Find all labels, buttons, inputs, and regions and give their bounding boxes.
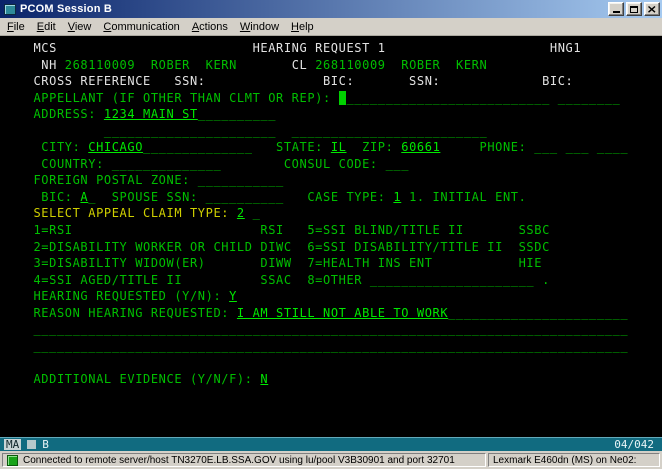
connection-status-panel: Connected to remote server/host TN3270E.…	[2, 453, 486, 467]
terminal-row: ADDRESS: 1234 MAIN ST__________	[10, 106, 662, 123]
terminal-text: 1. INITIAL ENT.	[401, 190, 526, 204]
terminal-text: SELECT APPEAL CLAIM TYPE:	[10, 206, 237, 220]
terminal-row: CITY: CHICAGO______________ STATE: IL ZI…	[10, 139, 662, 156]
oia-cursor-position: 04/042	[614, 438, 654, 451]
terminal-row: BIC: A_ SPOUSE SSN: __________ CASE TYPE…	[10, 189, 662, 206]
terminal-text: 1=RSI RSI 5=SSI BLIND/TITLE II SSBC	[10, 223, 550, 237]
terminal-text: ______________ STATE:	[143, 140, 331, 154]
terminal-row	[10, 404, 662, 421]
terminal-row: ______________________ _________________…	[10, 123, 662, 140]
connection-icon	[7, 455, 18, 466]
terminal-text: REASON HEARING REQUESTED:	[10, 306, 237, 320]
terminal-row: 1=RSI RSI 5=SSI BLIND/TITLE II SSBC	[10, 222, 662, 239]
menu-edit[interactable]: Edit	[31, 20, 62, 34]
minimize-icon	[613, 11, 620, 13]
terminal-text: ADDRESS:	[10, 107, 104, 121]
terminal-row: APPELLANT (IF OTHER THAN CLMT OR REP): _…	[10, 90, 662, 107]
field-value[interactable]: 1234 MAIN ST	[104, 107, 198, 121]
terminal-row	[10, 421, 662, 437]
terminal-text: CROSS REFERENCE SSN: BIC: SSN: BIC:	[10, 74, 573, 88]
terminal-row: REASON HEARING REQUESTED: I AM STILL NOT…	[10, 305, 662, 322]
terminal-text: _ SPOUSE SSN: __________ CASE TYPE:	[88, 190, 393, 204]
terminal-row: FOREIGN POSTAL ZONE: ___________	[10, 172, 662, 189]
menu-bar: FileEditViewCommunicationActionsWindowHe…	[0, 18, 662, 36]
terminal-text: 268110009 ROBER KERN	[315, 58, 487, 72]
menu-actions[interactable]: Actions	[186, 20, 234, 34]
terminal-text: NH	[10, 58, 65, 72]
terminal-text: 3=DISABILITY WIDOW(ER) DIWW 7=HEALTH INS…	[10, 256, 542, 270]
field-value[interactable]: 60661	[401, 140, 440, 154]
title-bar[interactable]: PCOM Session B	[0, 0, 662, 18]
connection-message: Connected to remote server/host TN3270E.…	[23, 455, 455, 466]
field-value[interactable]: I AM STILL NOT ABLE TO WORK	[237, 306, 448, 320]
terminal-text: 268110009 ROBER KERN	[65, 58, 237, 72]
terminal-text: ______________________ _________________…	[10, 124, 487, 138]
terminal-text: BIC:	[10, 190, 80, 204]
field-value[interactable]: 2	[237, 206, 245, 220]
terminal-text: ________________________________________…	[10, 339, 628, 353]
terminal-text: COUNTRY: ______________ CONSUL CODE: ___	[10, 157, 409, 171]
terminal-text: __________________________ ________	[346, 91, 620, 105]
terminal-text: __________	[198, 107, 276, 121]
terminal-row: CROSS REFERENCE SSN: BIC: SSN: BIC:	[10, 73, 662, 90]
printer-name: Lexmark E460dn (MS) on Ne02:	[493, 455, 636, 466]
app-window: PCOM Session B FileEditViewCommunication…	[0, 0, 662, 469]
minimize-button[interactable]	[608, 2, 624, 16]
terminal-row: 2=DISABILITY WORKER OR CHILD DIWC 6=SSI …	[10, 239, 662, 256]
oia-bar: MA B 04/042	[0, 437, 662, 451]
app-icon	[4, 4, 16, 15]
terminal-row: ________________________________________…	[10, 338, 662, 355]
terminal-row: 3=DISABILITY WIDOW(ER) DIWW 7=HEALTH INS…	[10, 255, 662, 272]
terminal-text: 2=DISABILITY WORKER OR CHILD DIWC 6=SSI …	[10, 240, 550, 254]
terminal-text: _	[245, 206, 261, 220]
close-button[interactable]	[644, 2, 660, 16]
terminal-screen[interactable]: MCS HEARING REQUEST 1 HNG1 NH 268110009 …	[0, 36, 662, 437]
terminal-text: _______________________	[448, 306, 628, 320]
field-value[interactable]: IL	[331, 140, 347, 154]
menu-window[interactable]: Window	[234, 20, 285, 34]
terminal-text: HEARING REQUESTED (Y/N):	[10, 289, 229, 303]
terminal-text: FOREIGN POSTAL ZONE: ___________	[10, 173, 284, 187]
window-title: PCOM Session B	[20, 3, 112, 15]
field-value[interactable]: N	[260, 372, 268, 386]
terminal-text: CL	[237, 58, 315, 72]
maximize-button[interactable]	[626, 2, 642, 16]
terminal-text: ________________________________________…	[10, 322, 628, 336]
terminal-row: MCS HEARING REQUEST 1 HNG1	[10, 40, 662, 57]
terminal-text: APPELLANT (IF OTHER THAN CLMT OR REP):	[10, 91, 339, 105]
oia-session-id: B	[42, 438, 49, 451]
field-value[interactable]: CHICAGO	[88, 140, 143, 154]
oia-system-indicator: MA	[4, 439, 21, 450]
terminal-text: MCS HEARING REQUEST 1 HNG1	[10, 41, 581, 55]
terminal-text: 4=SSI AGED/TITLE II SSAC 8=OTHER _______…	[10, 273, 550, 287]
terminal-row: HEARING REQUESTED (Y/N): Y	[10, 288, 662, 305]
menu-communication[interactable]: Communication	[97, 20, 185, 34]
menu-view[interactable]: View	[62, 20, 98, 34]
terminal-text: CITY:	[10, 140, 88, 154]
window-controls	[608, 2, 660, 16]
maximize-icon	[630, 6, 638, 13]
menu-help[interactable]: Help	[285, 20, 320, 34]
terminal-row	[10, 387, 662, 404]
terminal-row: ADDITIONAL EVIDENCE (Y/N/F): N	[10, 371, 662, 388]
close-icon	[648, 6, 656, 13]
terminal-row: NH 268110009 ROBER KERN CL 268110009 ROB…	[10, 57, 662, 74]
terminal-row: ________________________________________…	[10, 321, 662, 338]
menu-file[interactable]: File	[1, 20, 31, 34]
oia-indicator-block	[27, 440, 36, 449]
terminal-row: COUNTRY: ______________ CONSUL CODE: ___	[10, 156, 662, 173]
terminal-text: PHONE: ___ ___ ____	[440, 140, 628, 154]
terminal-text: ZIP:	[346, 140, 401, 154]
printer-status-panel: Lexmark E460dn (MS) on Ne02:	[488, 453, 660, 467]
field-value[interactable]: Y	[229, 289, 237, 303]
terminal-row	[10, 354, 662, 371]
status-bar: Connected to remote server/host TN3270E.…	[0, 451, 662, 469]
terminal-text: ADDITIONAL EVIDENCE (Y/N/F):	[10, 372, 260, 386]
terminal-row: 4=SSI AGED/TITLE II SSAC 8=OTHER _______…	[10, 272, 662, 289]
terminal-row: SELECT APPEAL CLAIM TYPE: 2 _	[10, 205, 662, 222]
